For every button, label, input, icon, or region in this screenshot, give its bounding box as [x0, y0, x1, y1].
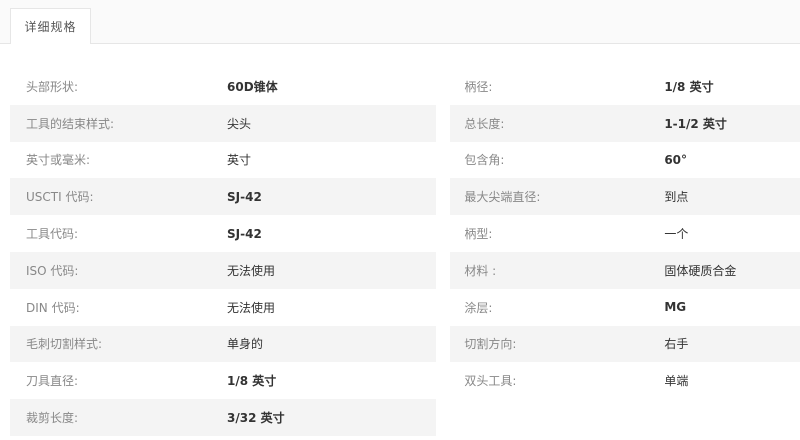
tab-bar: 详细规格	[0, 0, 800, 44]
spec-label: 柄径:	[464, 79, 493, 94]
spec-label: 工具代码:	[26, 227, 79, 242]
spec-value: 3/32 英寸	[227, 411, 285, 426]
spec-row: 裁剪长度: 3/32 英寸	[10, 399, 437, 436]
spec-row: 柄型: 一个	[450, 215, 800, 252]
spec-label: 刀具直径:	[26, 374, 79, 389]
spec-value: 1-1/2 英寸	[664, 116, 727, 131]
spec-row: 工具的结束样式: 尖头	[10, 104, 437, 142]
spec-value: 尖头	[227, 116, 252, 131]
spec-value: MG	[664, 300, 687, 315]
spec-value: SJ-42	[227, 189, 262, 204]
spec-value: 右手	[664, 337, 689, 352]
spec-column-left: 头部形状: 60D锥体工具的结束样式: 尖头英寸或毫米: 英寸 USCTI 代码: SJ-…	[10, 68, 437, 436]
spec-row: 双头工具: 单端	[450, 362, 800, 399]
spec-row: 头部形状: 60D锥体	[10, 68, 436, 105]
spec-column-right: 柄径: 1/8 英寸总长度: 1-1/2 英寸包含角: 60° 最大尖端直径: 到点柄型:…	[450, 68, 800, 436]
spec-row: 包含角: 60°	[450, 142, 800, 179]
spec-row: DIN 代码: 无法使用	[10, 289, 436, 326]
spec-row: USCTI 代码: SJ-42	[10, 178, 437, 216]
spec-label: 柄型:	[464, 227, 493, 242]
spec-row: 材料 : 固体硬质合金	[450, 251, 800, 289]
spec-label: 工具的结束样式:	[26, 116, 115, 131]
spec-row: 涂层: MG	[450, 289, 800, 326]
spec-label: 涂层:	[464, 300, 493, 315]
spec-value: 无法使用	[227, 263, 276, 278]
spec-value: 英寸	[227, 153, 252, 168]
spec-table: 头部形状: 60D锥体工具的结束样式: 尖头英寸或毫米: 英寸 USCTI 代码: SJ-…	[10, 68, 800, 436]
spec-label: 切割方向:	[464, 337, 517, 352]
spec-label: ISO 代码:	[26, 263, 79, 278]
spec-row: 最大尖端直径: 到点	[450, 178, 800, 216]
spec-row: 英寸或毫米: 英寸	[10, 142, 436, 179]
spec-label: 双头工具:	[464, 374, 517, 389]
spec-value: 单身的	[227, 337, 264, 352]
spec-label: 英寸或毫米:	[26, 153, 91, 168]
spec-row: 工具代码: SJ-42	[10, 215, 436, 252]
spec-label: 毛刺切割样式:	[26, 337, 103, 352]
spec-label: 总长度:	[464, 116, 505, 131]
spec-row: 毛刺切割样式: 单身的	[10, 325, 437, 363]
spec-value: 单端	[664, 374, 689, 389]
spec-row: 柄径: 1/8 英寸	[450, 68, 800, 105]
spec-value: 1/8 英寸	[664, 79, 714, 94]
spec-value: 到点	[664, 190, 689, 205]
spec-value: 固体硬质合金	[664, 263, 737, 278]
spec-row: ISO 代码: 无法使用	[10, 251, 437, 289]
tab-detailed-specs[interactable]: 详细规格	[10, 8, 91, 44]
spec-value: 一个	[664, 227, 689, 242]
spec-label: 材料 :	[464, 263, 497, 278]
spec-row: 切割方向: 右手	[450, 325, 800, 363]
spec-label: 包含角:	[464, 153, 505, 168]
spec-row: 刀具直径: 1/8 英寸	[10, 362, 436, 399]
spec-row: 总长度: 1-1/2 英寸	[450, 104, 800, 142]
spec-label: 头部形状:	[26, 79, 79, 94]
spec-value: 1/8 英寸	[227, 374, 277, 389]
spec-value: 60D锥体	[227, 79, 278, 94]
spec-value: 无法使用	[227, 300, 276, 315]
spec-label: USCTI 代码:	[26, 190, 94, 205]
spec-label: 最大尖端直径:	[464, 190, 541, 205]
spec-value: 60°	[664, 152, 688, 167]
spec-value: SJ-42	[227, 226, 262, 241]
spec-label: DIN 代码:	[26, 300, 80, 315]
spec-label: 裁剪长度:	[26, 411, 79, 426]
